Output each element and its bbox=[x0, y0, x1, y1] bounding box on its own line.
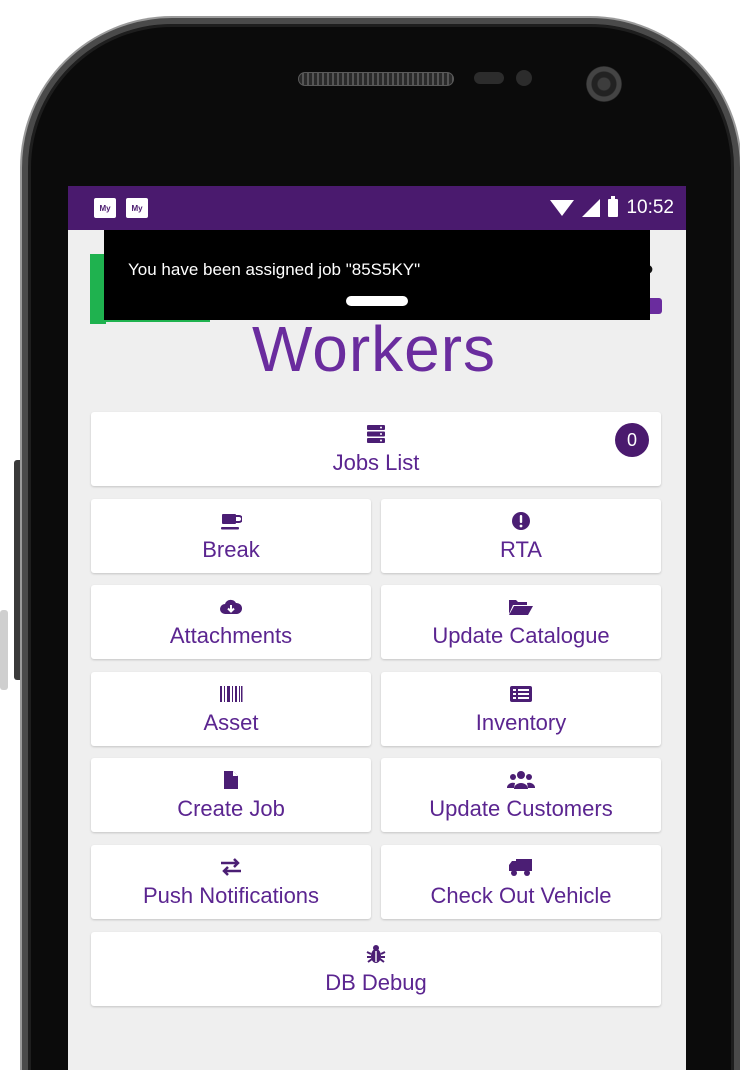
create-job-label: Create Job bbox=[177, 796, 285, 821]
wifi-icon bbox=[550, 200, 575, 216]
light-sensor bbox=[516, 70, 532, 86]
side-key bbox=[0, 610, 8, 690]
earpiece-speaker bbox=[298, 72, 454, 86]
server-icon bbox=[366, 422, 386, 446]
update-catalogue-button[interactable]: Update Catalogue bbox=[381, 585, 661, 659]
push-notifications-label: Push Notifications bbox=[142, 883, 320, 908]
toast-drag-handle[interactable] bbox=[346, 296, 408, 306]
exclamation-circle-icon bbox=[511, 509, 531, 533]
asset-button[interactable]: Asset bbox=[91, 672, 371, 746]
barcode-icon bbox=[219, 682, 243, 706]
db-debug-button[interactable]: DB Debug bbox=[91, 932, 661, 1006]
attachments-label: Attachments bbox=[169, 623, 293, 648]
notification-toast[interactable]: You have been assigned job "85S5KY" bbox=[104, 230, 650, 320]
rta-label: RTA bbox=[500, 537, 542, 562]
push-notifications-button[interactable]: Push Notifications bbox=[91, 845, 371, 919]
coffee-icon bbox=[220, 509, 242, 533]
signal-icon bbox=[582, 199, 601, 217]
db-debug-label: DB Debug bbox=[325, 970, 427, 995]
inventory-button[interactable]: Inventory bbox=[381, 672, 661, 746]
file-icon bbox=[222, 768, 240, 792]
truck-icon bbox=[508, 855, 534, 879]
check-out-vehicle-label: Check Out Vehicle bbox=[430, 883, 612, 908]
break-label: Break bbox=[202, 537, 260, 562]
jobs-list-button[interactable]: Jobs List 0 bbox=[91, 412, 661, 486]
attachments-button[interactable]: Attachments bbox=[91, 585, 371, 659]
update-catalogue-label: Update Catalogue bbox=[432, 623, 610, 648]
jobs-count-badge: 0 bbox=[615, 423, 649, 457]
toast-message: You have been assigned job "85S5KY" bbox=[128, 260, 421, 279]
notification-app-icon: My bbox=[94, 198, 116, 218]
create-job-button[interactable]: Create Job bbox=[91, 758, 371, 832]
asset-label: Asset bbox=[203, 710, 259, 735]
page-title: Workers bbox=[251, 313, 497, 385]
cloud-download-icon bbox=[219, 595, 243, 619]
users-icon bbox=[507, 768, 535, 792]
device-screen: My My 10:52 ● Workers You have been assi… bbox=[68, 186, 686, 1070]
clock: 10:52 bbox=[626, 197, 674, 218]
bug-icon bbox=[366, 942, 386, 966]
rta-button[interactable]: RTA bbox=[381, 499, 661, 573]
jobs-list-label: Jobs List bbox=[332, 450, 420, 475]
battery-icon bbox=[608, 196, 619, 217]
inventory-label: Inventory bbox=[475, 710, 567, 735]
front-camera bbox=[586, 66, 622, 102]
update-customers-button[interactable]: Update Customers bbox=[381, 758, 661, 832]
break-button[interactable]: Break bbox=[91, 499, 371, 573]
proximity-sensor bbox=[474, 72, 504, 84]
folder-open-icon bbox=[508, 595, 534, 619]
status-bar: My My 10:52 bbox=[68, 186, 686, 230]
check-out-vehicle-button[interactable]: Check Out Vehicle bbox=[381, 845, 661, 919]
exchange-icon bbox=[219, 855, 243, 879]
notification-app-icon: My bbox=[126, 198, 148, 218]
list-alt-icon bbox=[509, 682, 533, 706]
update-customers-label: Update Customers bbox=[429, 796, 613, 821]
